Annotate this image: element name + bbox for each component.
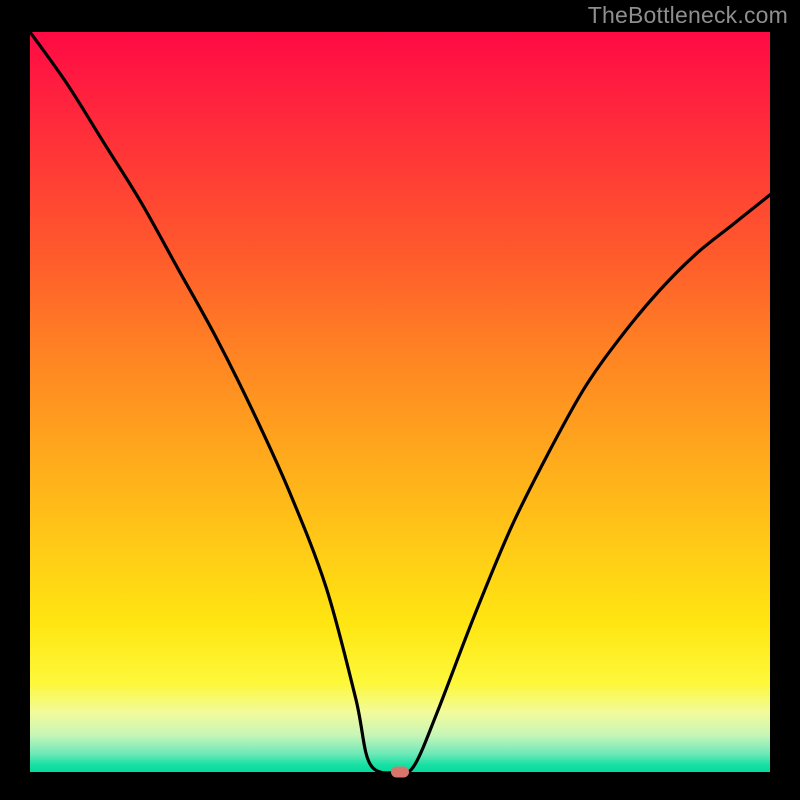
watermark-text: TheBottleneck.com (588, 2, 788, 29)
plot-area (30, 32, 770, 772)
optimum-marker (391, 767, 409, 778)
bottleneck-curve (30, 32, 770, 772)
chart-container: TheBottleneck.com (0, 0, 800, 800)
